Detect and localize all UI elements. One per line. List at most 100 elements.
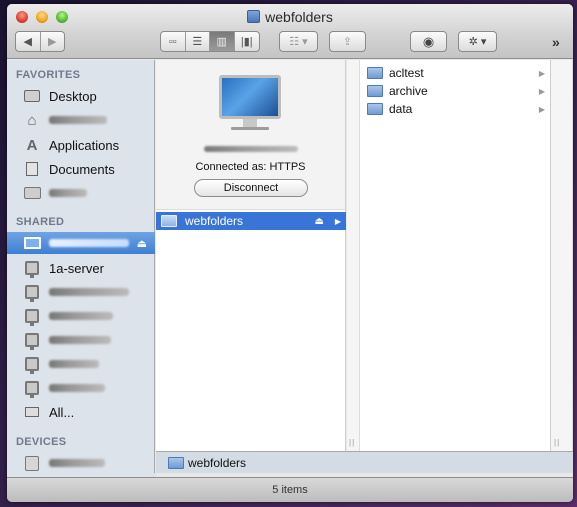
column-resize-handle[interactable]: || [349,438,355,447]
list-item-webfolders[interactable]: webfolders ⏏ ▶ [156,212,346,230]
sidebar-item-desktop[interactable]: Desktop [7,85,155,107]
sidebar-item-device[interactable] [7,452,155,474]
eject-icon[interactable]: ⏏ [315,216,324,227]
network-volume-icon [247,10,261,23]
folder-icon [367,85,383,97]
redacted-label [49,384,105,392]
sidebar-item-documents[interactable]: Documents [7,158,155,180]
sidebar-item-server[interactable] [7,281,155,303]
column-resize-handle[interactable]: || [554,438,560,447]
server-icon [23,308,41,326]
sidebar-item-home[interactable]: ⌂ [7,109,155,131]
item-count: 5 items [272,484,308,496]
column-server: Connected as: HTTPS Disconnect webfolder… [156,60,346,451]
finder-window: webfolders ◀ ▶ ▫▫ ☰ ▥ |▮| ☷ ▾ ⇪ ◉ ✲ ▾ » … [7,4,573,502]
arrange-icon: ☷ ▾ [289,36,308,48]
redacted-server-name [204,146,298,152]
favorites-heading: FAVORITES [16,69,81,81]
view-mode-control: ▫▫ ☰ ▥ |▮| [160,31,260,52]
sidebar-item-label: 1a-server [49,260,104,276]
back-forward-control: ◀ ▶ [15,31,65,52]
column-view-icon: ▥ [216,36,227,48]
network-volume-icon [161,215,177,227]
list-item-label: archive [389,84,428,98]
list-item-archive[interactable]: archive ▶ [360,82,551,100]
disclosure-arrow-icon: ▶ [538,104,545,114]
path-bar-item[interactable]: webfolders [188,456,246,470]
redacted-label [49,239,129,247]
sidebar-item-applications[interactable]: A Applications [7,134,155,156]
column-divider[interactable]: || [551,60,573,451]
sidebar-item-server[interactable] [7,305,155,327]
disclosure-arrow-icon: ▶ [538,86,545,96]
list-item-data[interactable]: data ▶ [360,100,551,118]
gear-icon: ✲ ▾ [468,36,487,48]
window-title-text: webfolders [265,9,333,25]
path-bar: webfolders [156,451,573,473]
arrange-button[interactable]: ☷ ▾ [279,31,318,52]
list-item-acltest[interactable]: acltest ▶ [360,64,551,82]
icon-view-button[interactable]: ▫▫ [161,32,186,51]
coverflow-view-button[interactable]: |▮| [235,32,259,51]
disconnect-button[interactable]: Disconnect [194,179,308,197]
window-title: webfolders [7,8,573,26]
monitor-icon [23,235,41,251]
redacted-label [49,116,107,124]
quick-look-button[interactable]: ◉ [410,31,447,52]
devices-heading: DEVICES [16,436,67,448]
network-icon [23,404,41,420]
server-icon [23,356,41,374]
sidebar-item-label: Applications [49,137,120,153]
redacted-label [49,336,111,344]
status-bar: 5 items [7,477,573,502]
column-webfolders: acltest ▶ archive ▶ data ▶ [360,60,551,451]
eject-icon[interactable]: ⏏ [137,237,147,250]
redacted-label [49,189,87,197]
sidebar-item-connected-server[interactable]: ⏏ [7,232,155,254]
sidebar-item-label: Documents [49,161,115,177]
applications-icon: A [26,136,38,154]
toolbar-overflow-button[interactable]: » [552,34,560,50]
list-view-icon: ☰ [192,36,203,48]
documents-icon [23,161,41,177]
server-icon [23,284,41,302]
back-arrow-icon: ◀ [23,36,32,48]
list-item-label: acltest [389,66,424,80]
sidebar-item-label: Desktop [49,88,97,104]
server-info-panel: Connected as: HTTPS Disconnect [156,60,345,210]
icon-view-icon: ▫▫ [168,35,177,48]
sidebar-item-folder[interactable] [7,182,155,204]
back-button[interactable]: ◀ [16,32,41,51]
server-monitor-icon [219,75,281,119]
sidebar-item-label: All... [49,404,75,420]
sidebar-item-server[interactable] [7,377,155,399]
list-view-button[interactable]: ☰ [186,32,210,51]
connected-as-text: Connected as: HTTPS [195,161,306,173]
network-volume-icon [168,456,184,469]
sidebar-item-server[interactable] [7,329,155,351]
monitor-base [231,127,269,130]
sidebar-item-1a-server[interactable]: 1a-server [7,257,155,279]
server-icon [23,332,41,350]
forward-button[interactable]: ▶ [41,32,65,51]
redacted-label [49,459,105,467]
share-button[interactable]: ⇪ [329,31,366,52]
titlebar: webfolders ◀ ▶ ▫▫ ☰ ▥ |▮| ☷ ▾ ⇪ ◉ ✲ ▾ » [7,4,573,59]
list-item-label: data [389,102,413,116]
eye-icon: ◉ [422,33,435,49]
desktop-icon [23,88,41,104]
shared-heading: SHARED [16,216,65,228]
coverflow-view-icon: |▮| [240,36,253,48]
chevron-double-right-icon: » [552,34,560,50]
folder-icon [367,103,383,115]
server-icon [23,380,41,398]
folder-icon [367,67,383,79]
sidebar-item-server[interactable] [7,353,155,375]
sidebar-item-all[interactable]: All... [7,401,155,423]
disclosure-arrow-icon: ▶ [538,68,545,78]
column-view-button[interactable]: ▥ [210,32,235,51]
folder-icon [23,185,41,201]
action-button[interactable]: ✲ ▾ [458,31,497,52]
redacted-label [49,288,129,296]
column-divider[interactable]: || [347,60,360,451]
